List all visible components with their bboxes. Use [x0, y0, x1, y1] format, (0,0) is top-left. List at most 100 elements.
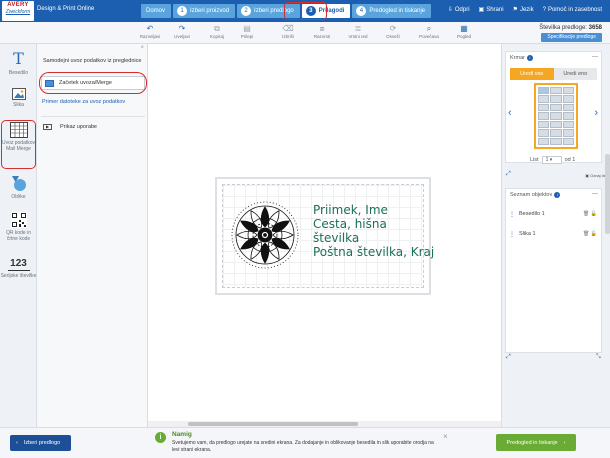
scrollbar-thumb[interactable]: [188, 422, 358, 426]
bottom-bar: ‹ Izberi predlogo i Namig Svetujemo vam, …: [0, 427, 610, 458]
collapse-icon[interactable]: ⤡: [596, 354, 601, 361]
shapes-icon: [11, 176, 26, 191]
arrange-icon: ⧈: [319, 24, 325, 33]
sidebar-item-text[interactable]: T Besedilo: [0, 49, 37, 77]
sidebar-item-label: Serijske številke: [0, 273, 37, 279]
minimize-icon[interactable]: —: [592, 191, 598, 197]
info-icon[interactable]: i: [526, 55, 533, 61]
redo-button[interactable]: ↷ Uveljavi: [164, 24, 200, 39]
drag-handle-icon[interactable]: ⋮: [509, 211, 515, 218]
sheet-selector: List 1 ▾ od 1: [530, 156, 575, 164]
refresh-button[interactable]: ⟳ Osveži: [375, 24, 411, 39]
object-row-text[interactable]: ⋮ Besedilo 1 🗑 🔓: [509, 207, 599, 221]
lock-icon[interactable]: 🔓: [591, 231, 597, 237]
navigator-box: Krmar i — Uredi vse Uredi eno ‹ › List 1 ▾…: [505, 51, 602, 164]
object-label: Besedilo 1: [519, 211, 545, 217]
undo-button[interactable]: ↶ Razveljavi: [132, 24, 168, 39]
video-tutorial-link[interactable]: ▶ Prikaz uporabe: [43, 124, 97, 130]
play-icon: ▶: [43, 124, 52, 130]
address-line: Cesta, hišna: [313, 217, 387, 231]
text-icon: T: [13, 49, 24, 68]
sheet-dropdown[interactable]: 1 ▾: [541, 156, 562, 164]
toolbar: ↶ Razveljavi ↷ Uveljavi ⧉ Kopiraj ▤ Prilepi …: [0, 22, 610, 44]
sample-file-link[interactable]: Primer datoteke za uvoz podatkov: [42, 99, 125, 105]
tab-edit-one[interactable]: Uredi eno: [553, 68, 597, 80]
sidebar-item-qr-codes[interactable]: QR kode in črtne kode: [0, 212, 37, 242]
tool-label: Razveljavi: [139, 34, 161, 39]
order-button[interactable]: ≣ Vrstni red: [340, 24, 376, 39]
chevron-right-icon[interactable]: ›: [594, 107, 598, 119]
sheet-thumbnail[interactable]: [534, 83, 578, 149]
address-line: številka: [313, 231, 360, 245]
expand-icon[interactable]: ⤢: [506, 354, 511, 361]
design-canvas[interactable]: Priimek, Ime Cesta, hišna številka Poštn…: [148, 44, 501, 427]
avery-logo[interactable]: AVERY Zweckform: [2, 1, 34, 21]
help-link[interactable]: ? Pomoč in zasebnost: [543, 6, 602, 13]
app-name: Design & Print Online: [37, 6, 95, 12]
object-list-title: Seznam objektov: [510, 192, 553, 198]
open-label: Odpri: [454, 6, 470, 13]
logo-line2: Zweckform: [5, 9, 31, 15]
right-panel: Krmar i — Uredi vse Uredi eno ‹ › List 1 ▾…: [501, 44, 610, 427]
minimize-icon[interactable]: —: [592, 54, 598, 60]
paste-button[interactable]: ▤ Prilepi: [229, 24, 265, 39]
navigator-header: Krmar i —: [506, 52, 601, 64]
lock-icon[interactable]: 🔓: [591, 211, 597, 217]
tool-sidebar: T Besedilo Slika Uvoz podatkov Mail Merg…: [0, 44, 37, 427]
merge-button-highlight: [39, 72, 147, 94]
info-icon[interactable]: i: [554, 192, 561, 198]
mandala-image[interactable]: [229, 199, 301, 271]
grid-icon: ▦: [460, 24, 468, 33]
template-specs-button[interactable]: Specifikacije predloge: [541, 33, 602, 42]
collapse-panel-icon[interactable]: ×: [140, 45, 144, 51]
sidebar-item-serial-numbers[interactable]: 123 Serijske številke: [0, 258, 37, 279]
sidebar-item-label: Oblike: [11, 194, 26, 200]
edit-mode-tabs: Uredi vse Uredi eno: [510, 68, 597, 80]
open-icon: ⇩: [447, 7, 453, 13]
step-preview-print[interactable]: 4 Predogled in tiskanje: [352, 4, 432, 18]
tool-label: Pogled: [456, 34, 471, 39]
preview-print-button[interactable]: Predogled in tiskanje ›: [496, 434, 576, 451]
vertical-scrollbar[interactable]: [605, 154, 610, 234]
sidebar-item-shapes[interactable]: Oblike: [0, 174, 37, 200]
delete-button[interactable]: ⌫ Izbriši: [270, 24, 306, 39]
label-preview[interactable]: Priimek, Ime Cesta, hišna številka Poštn…: [215, 177, 434, 295]
object-actions: 🗑 🔓: [583, 211, 597, 217]
trash-icon[interactable]: 🗑: [583, 231, 589, 237]
undo-icon: ↶: [146, 24, 154, 33]
object-row-image[interactable]: ⋮ Slika 1 🗑 🔓: [509, 227, 599, 241]
tool-label: Vrstni red: [348, 34, 368, 39]
drag-handle-icon[interactable]: ⋮: [509, 231, 515, 238]
sidebar-item-image[interactable]: Slika: [0, 88, 37, 108]
open-link[interactable]: ⇩ Odpri: [447, 6, 470, 14]
save-icon: ▣: [478, 7, 485, 13]
help-label: Pomoč in zasebnost: [547, 6, 602, 13]
tip-text: Svetujemo vam, da predlogo urejate na sr…: [172, 440, 434, 453]
back-to-template-button[interactable]: ‹ Izberi predlogo: [10, 435, 71, 451]
view-button[interactable]: ▦ Pogled: [446, 24, 482, 39]
sidebar-item-label: Besedilo: [8, 70, 29, 76]
zoom-button[interactable]: ⌕ Povečava: [411, 24, 447, 39]
address-text-block[interactable]: Priimek, Ime Cesta, hišna številka Poštn…: [313, 203, 434, 259]
language-link[interactable]: ⚑ Jezik: [513, 6, 534, 14]
trash-icon: ⌫: [282, 24, 294, 33]
close-icon[interactable]: ×: [443, 432, 448, 441]
trash-icon[interactable]: 🗑: [583, 211, 589, 217]
step-label: Izberi proizvod: [190, 8, 230, 14]
sheet-cells: [538, 87, 574, 145]
step-choose-product[interactable]: 1 Izberi proizvod: [173, 4, 236, 18]
object-label: Slika 1: [519, 231, 536, 237]
step-label: Predogled in tiskanje: [369, 8, 426, 14]
arrange-button[interactable]: ⧈ Razvrsti: [304, 24, 340, 39]
object-list-header: Seznam objektov i —: [506, 189, 601, 201]
tab-edit-all[interactable]: Uredi vse: [510, 68, 554, 80]
shortcut-link[interactable]: ▣ Oznaj del: [585, 173, 607, 178]
step-home[interactable]: Domov: [141, 4, 172, 18]
save-link[interactable]: ▣ Shrani: [478, 6, 504, 14]
expand-icon[interactable]: ⤢: [506, 171, 511, 178]
tool-label: Uveljavi: [174, 34, 190, 39]
chevron-left-icon[interactable]: ‹: [508, 107, 512, 119]
template-code-value: 3658: [588, 25, 602, 31]
help-icon: ?: [542, 6, 546, 13]
step-number: 2: [241, 6, 252, 16]
